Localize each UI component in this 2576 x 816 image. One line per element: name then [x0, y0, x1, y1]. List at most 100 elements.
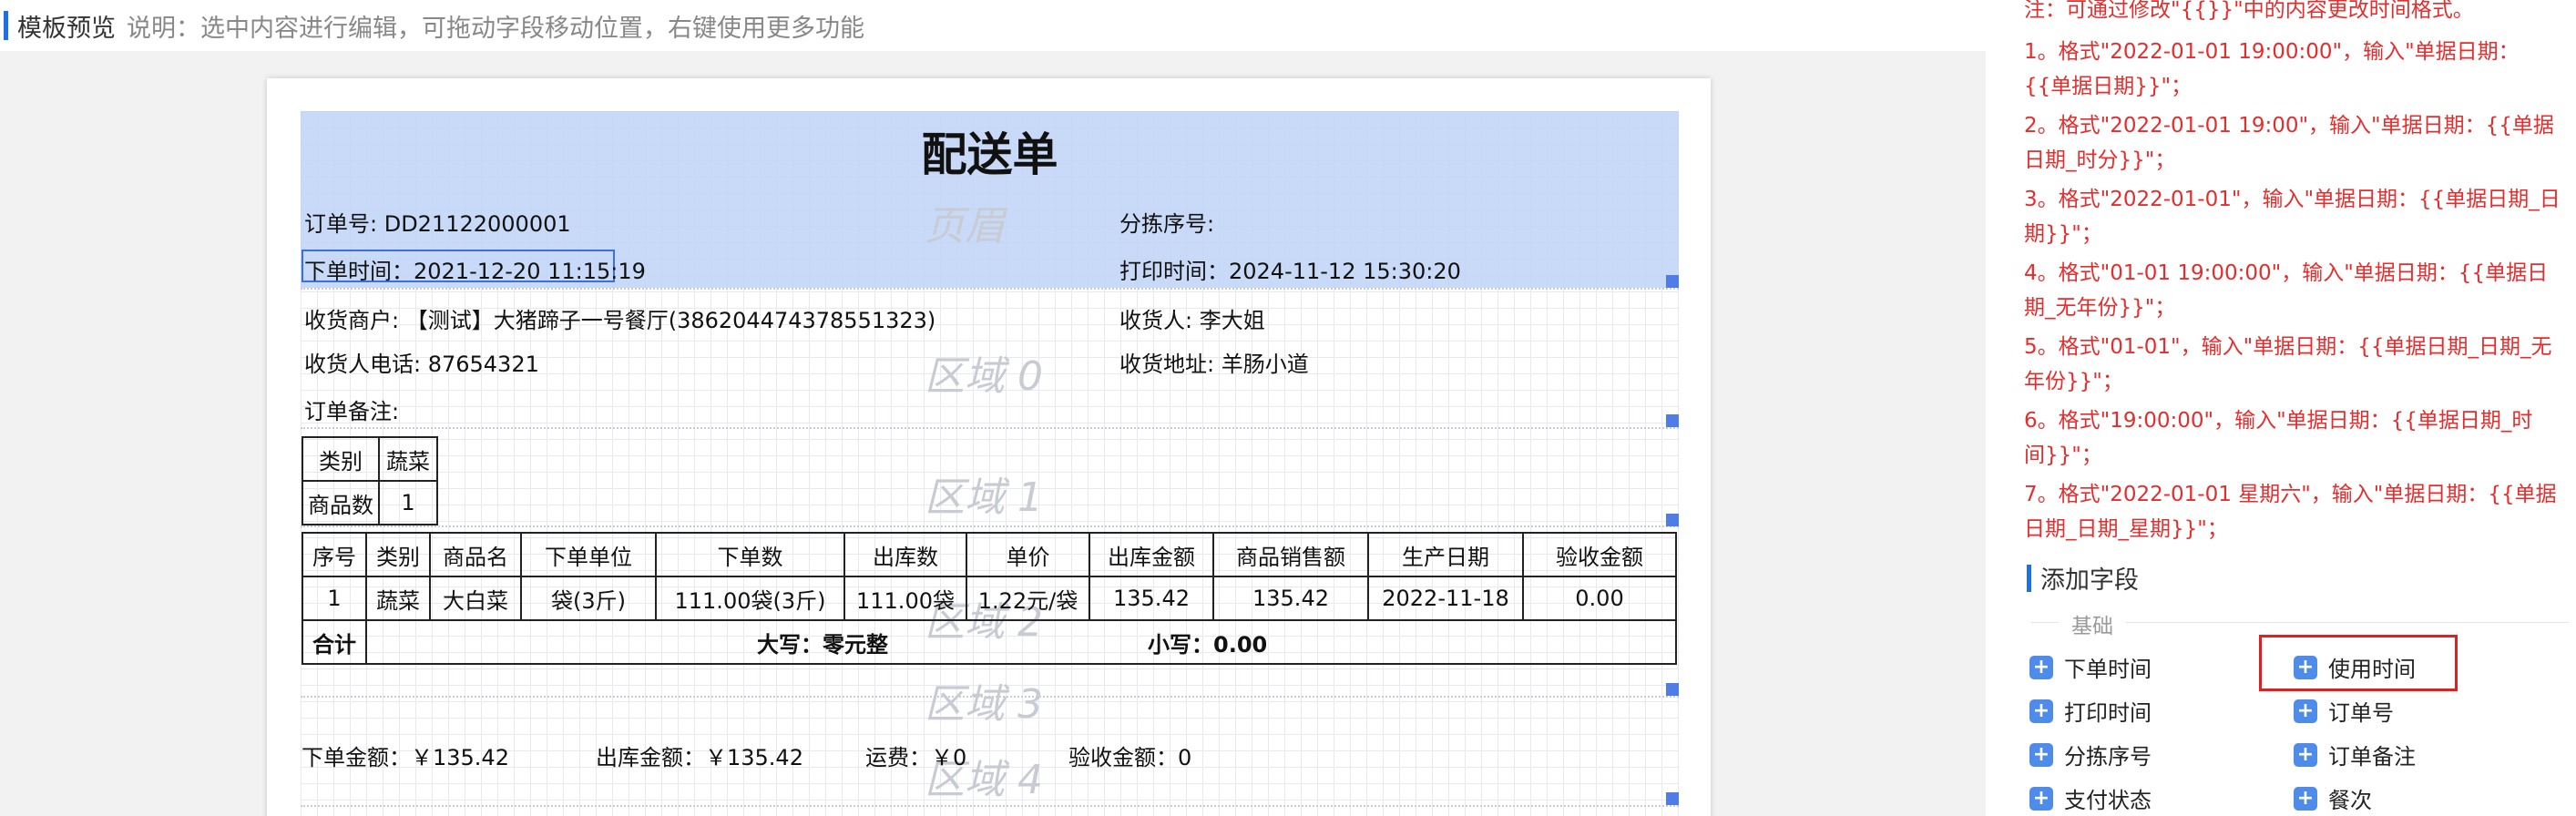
format-note: 1。格式"2022-01-01 19:00:00"，输入"单据日期：{{单据日期… [2024, 40, 2520, 98]
table-cell: 1.22元/袋 [966, 576, 1090, 621]
field-label: 分拣序号 [2064, 744, 2152, 770]
document-title[interactable]: 配送单 [301, 118, 1679, 184]
table-cell: 0.00 [1522, 576, 1677, 621]
field-order-no[interactable]: + 订单号 [2294, 695, 2394, 727]
format-note: 3。格式"2022-01-01"，输入"单据日期：{{单据日期_日期}}"； [2024, 188, 2561, 246]
field-label: 使用时间 [2328, 657, 2416, 682]
field-label: 下单时间 [2064, 657, 2152, 682]
field-order-time[interactable]: + 下单时间 [2029, 651, 2152, 683]
column-header: 序号 [302, 532, 367, 577]
region-resize-handle[interactable] [1666, 414, 1679, 427]
order-remark-field[interactable]: 订单备注: [304, 393, 399, 425]
total-lower: 小写：0.00 [1148, 631, 1268, 658]
table-cell: 大白菜 [429, 576, 522, 621]
region-label-0: 区域 0 [925, 353, 1043, 400]
address-field[interactable]: 收货地址: 羊肠小道 [1119, 346, 1309, 378]
plus-icon: + [2029, 699, 2053, 723]
table-cell: 135.42 [1212, 576, 1369, 621]
field-label: 订单备注 [2328, 744, 2416, 770]
region-resize-handle[interactable] [1666, 275, 1679, 288]
merchant-field[interactable]: 收货商户: 【测试】大猪蹄子一号餐厅(386204474378551323) [304, 302, 935, 334]
order-time-field[interactable]: 下单时间：2021-12-20 11:15:19 [304, 253, 646, 285]
table-cell: 蔬菜 [378, 436, 438, 482]
outbound-amount-field[interactable]: 出库金额：￥135.42 [596, 740, 803, 771]
right-panel: 注：可通过修改"{{}}"中的内容更改时间格式。 1。格式"2022-01-01… [1986, 0, 2576, 816]
field-pay-status[interactable]: + 支付状态 [2029, 782, 2152, 814]
field-print-time[interactable]: + 打印时间 [2029, 695, 2152, 727]
table-cell: 蔬菜 [365, 576, 431, 621]
total-upper: 大写：零元整 [757, 631, 888, 658]
freight-field[interactable]: 运费：￥0 [865, 740, 966, 771]
table-cell: 111.00袋 [843, 576, 967, 621]
region-resize-handle[interactable] [1666, 683, 1679, 696]
order-amount-field[interactable]: 下单金额：￥135.42 [302, 740, 509, 771]
plus-icon: + [2029, 655, 2053, 679]
section-accent-bar [2027, 565, 2031, 592]
table-cell: 类别 [302, 436, 380, 482]
column-header: 出库金额 [1089, 532, 1214, 577]
field-sort-no[interactable]: + 分拣序号 [2029, 739, 2152, 770]
format-note: 注：可通过修改"{{}}"中的内容更改时间格式。 [2024, 0, 2474, 22]
field-order-remark[interactable]: + 订单备注 [2294, 739, 2416, 770]
region-divider [301, 427, 1679, 429]
table-cell: 111.00袋(3斤) [655, 576, 845, 621]
table-cell: 1 [302, 576, 367, 621]
field-label: 支付状态 [2064, 788, 2152, 813]
format-note: 5。格式"01-01"，输入"单据日期：{{单据日期_日期_无年份}}"； [2024, 335, 2552, 393]
sort-no-field[interactable]: 分拣序号: [1119, 206, 1214, 238]
total-row: 合计 大写：零元整 小写：0.00 [302, 619, 1677, 665]
field-label: 订单号 [2328, 700, 2394, 726]
page: 模板预览 说明：选中内容进行编辑，可拖动字段移动位置，右键使用更多功能 页眉 区… [0, 0, 2576, 816]
column-header: 验收金额 [1522, 532, 1677, 577]
column-header: 商品名 [429, 532, 522, 577]
region-label-header: 页眉 [925, 203, 1005, 250]
format-note: 6。格式"19:00:00"，输入"单据日期：{{单据日期_时间}}"； [2024, 409, 2533, 467]
total-label: 合计 [302, 619, 367, 665]
table-cell: 135.42 [1089, 576, 1214, 621]
region-resize-handle[interactable] [1666, 514, 1679, 526]
region-resize-handle[interactable] [1666, 792, 1679, 805]
phone-field[interactable]: 收货人电话: 87654321 [304, 346, 539, 378]
header-description: 说明：选中内容进行编辑，可拖动字段移动位置，右键使用更多功能 [127, 14, 864, 43]
plus-icon: + [2294, 742, 2317, 767]
table-cell: 2022-11-18 [1367, 576, 1524, 621]
basic-group-label: 基础 [2059, 608, 2126, 639]
add-field-title: 添加字段 [2040, 566, 2139, 595]
column-header: 单价 [966, 532, 1090, 577]
items-table[interactable]: 序号 类别 商品名 下单单位 下单数 出库数 单价 出库金额 商品销售额 生产日… [302, 532, 1677, 665]
category-summary-table[interactable]: 类别 蔬菜 商品数 1 [302, 436, 438, 525]
template-canvas[interactable]: 页眉 区域 0 区域 1 区域 2 区域 3 区域 4 配送单 订单号: DD2… [301, 111, 1679, 816]
table-header-row: 序号 类别 商品名 下单单位 下单数 出库数 单价 出库金额 商品销售额 生产日… [302, 532, 1677, 577]
table-row: 类别 蔬菜 [302, 436, 438, 482]
plus-icon: + [2294, 655, 2317, 679]
region-divider [301, 805, 1679, 807]
format-note: 4。格式"01-01 19:00:00"，输入"单据日期：{{单据日期_无年份}… [2024, 261, 2549, 320]
region-divider [301, 288, 1679, 290]
field-label: 餐次 [2328, 788, 2372, 813]
plus-icon: + [2029, 786, 2053, 811]
column-header: 类别 [365, 532, 431, 577]
acceptance-amount-field[interactable]: 验收金额：0 [1068, 740, 1191, 771]
top-header: 模板预览 说明：选中内容进行编辑，可拖动字段移动位置，右键使用更多功能 [0, 0, 1986, 51]
field-meal[interactable]: + 餐次 [2294, 782, 2372, 814]
total-amounts: 大写：零元整 小写：0.00 [365, 619, 1677, 665]
header-accent-bar [4, 11, 8, 40]
field-use-time[interactable]: + 使用时间 [2294, 651, 2416, 683]
column-header: 下单单位 [520, 532, 657, 577]
print-paper: 页眉 区域 0 区域 1 区域 2 区域 3 区域 4 配送单 订单号: DD2… [267, 78, 1711, 816]
table-row: 商品数 1 [302, 480, 438, 525]
table-cell: 1 [378, 480, 438, 525]
format-note: 2。格式"2022-01-01 19:00"，输入"单据日期：{{单据日期_时分… [2024, 114, 2554, 172]
column-header: 生产日期 [1367, 532, 1524, 577]
table-row: 1 蔬菜 大白菜 袋(3斤) 111.00袋(3斤) 111.00袋 1.22元… [302, 576, 1677, 621]
region-label-3: 区域 3 [925, 681, 1043, 728]
receiver-field[interactable]: 收货人: 李大姐 [1119, 302, 1265, 334]
column-header: 出库数 [843, 532, 967, 577]
header-title: 模板预览 [17, 14, 116, 43]
format-note: 7。格式"2022-01-01 星期六"，输入"单据日期：{{单据日期_日期_星… [2024, 483, 2557, 541]
print-time-field[interactable]: 打印时间：2024-11-12 15:30:20 [1119, 253, 1461, 285]
table-cell: 袋(3斤) [520, 576, 657, 621]
column-header: 下单数 [655, 532, 845, 577]
order-no-field[interactable]: 订单号: DD21122000001 [304, 206, 571, 238]
table-cell: 商品数 [302, 480, 380, 525]
